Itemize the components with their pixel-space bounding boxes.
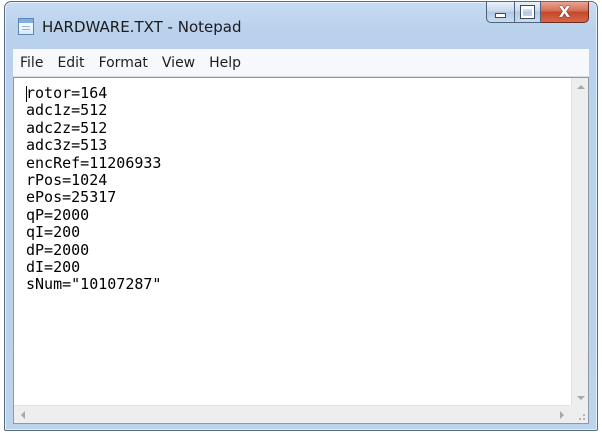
chevron-left-icon bbox=[21, 410, 25, 419]
close-icon: X bbox=[558, 2, 571, 21]
text-editor[interactable]: rotor=164 adc1z=512 adc2z=512 adc3z=513 … bbox=[13, 77, 589, 424]
horizontal-scrollbar[interactable] bbox=[14, 405, 571, 423]
menu-help[interactable]: Help bbox=[202, 49, 248, 76]
menu-format[interactable]: Format bbox=[92, 49, 155, 76]
chevron-down-icon bbox=[576, 395, 585, 400]
scroll-up-button[interactable] bbox=[572, 78, 589, 95]
menu-edit[interactable]: Edit bbox=[50, 49, 91, 76]
chevron-right-icon bbox=[560, 410, 564, 419]
text-caret bbox=[26, 86, 27, 102]
grip-dot bbox=[583, 414, 585, 416]
minimize-button[interactable] bbox=[486, 2, 514, 23]
menu-file[interactable]: File bbox=[13, 49, 50, 76]
notepad-window: HARDWARE.TXT - Notepad X File Edit Forma… bbox=[4, 1, 598, 431]
window-title: HARDWARE.TXT - Notepad bbox=[42, 18, 242, 36]
notepad-icon[interactable] bbox=[18, 18, 34, 35]
chevron-up-icon bbox=[576, 84, 585, 89]
scroll-left-button[interactable] bbox=[14, 406, 32, 423]
title-bar[interactable]: HARDWARE.TXT - Notepad X bbox=[5, 2, 597, 46]
caption-buttons: X bbox=[486, 2, 589, 24]
maximize-button[interactable] bbox=[514, 2, 541, 23]
minimize-icon bbox=[495, 13, 506, 18]
scroll-right-button[interactable] bbox=[553, 406, 571, 423]
grip-dot bbox=[579, 418, 581, 420]
resize-grip[interactable] bbox=[570, 405, 588, 423]
maximize-icon bbox=[520, 5, 535, 19]
menu-view[interactable]: View bbox=[155, 49, 202, 76]
document-text[interactable]: rotor=164 adc1z=512 adc2z=512 adc3z=513 … bbox=[26, 85, 566, 390]
close-button[interactable]: X bbox=[541, 2, 589, 23]
vertical-scrollbar[interactable] bbox=[571, 78, 588, 406]
menu-bar: File Edit Format View Help bbox=[13, 49, 589, 77]
scroll-down-button[interactable] bbox=[572, 389, 589, 406]
grip-dot bbox=[583, 418, 585, 420]
